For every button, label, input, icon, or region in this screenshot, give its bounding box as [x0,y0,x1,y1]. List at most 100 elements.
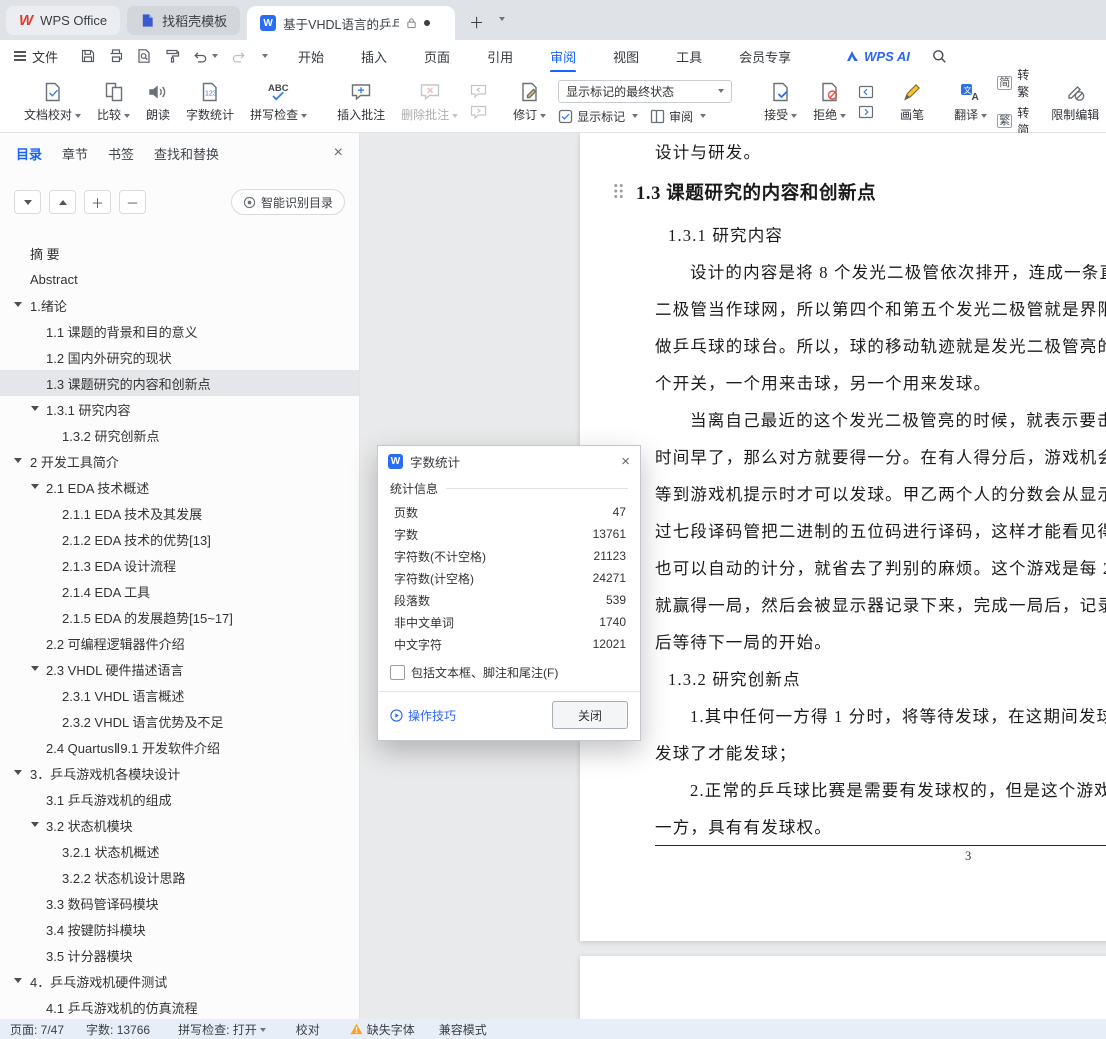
file-menu-button[interactable]: 文件 [14,47,58,66]
wps-ai-button[interactable]: WPS AI [845,49,910,64]
toc-item[interactable]: 1.3 课题研究的内容和创新点 [0,370,359,396]
toc-item[interactable]: 1.2 国内外研究的现状 [0,344,359,370]
next-change-icon[interactable] [858,105,874,119]
menu-tab-reference[interactable]: 引用 [485,40,515,73]
status-word-count[interactable]: 字数: 13766 [86,1021,150,1038]
toc-item[interactable]: 摘 要 [0,240,359,266]
print-icon[interactable] [108,48,124,64]
toc-item[interactable]: Abstract [0,266,359,292]
toc-zoom-in-button[interactable]: ＋ [84,190,111,214]
toc-item[interactable]: 1.1 课题的背景和目的意义 [0,318,359,344]
next-comment-icon[interactable] [470,105,487,120]
review-pane-button[interactable]: 审阅 [650,108,707,125]
toc-collapse-arrow-icon[interactable] [31,484,39,489]
toc-item[interactable]: 1.3.1 研究内容 [0,396,359,422]
toc-collapse-arrow-icon[interactable] [14,770,22,775]
status-compat-mode[interactable]: 兼容模式 [439,1021,487,1038]
toc-item[interactable]: 2.1.3 EDA 设计流程 [0,552,359,578]
search-icon[interactable] [932,49,947,64]
dialog-close-button[interactable]: 关闭 [552,701,628,729]
undo-icon[interactable] [192,49,219,64]
toc-item[interactable]: 2.4 QuartusⅡ9.1 开发软件介绍 [0,734,359,760]
toc-item[interactable]: 3.1 乒乓游戏机的组成 [0,786,359,812]
toc-item[interactable]: 3.5 计分器模块 [0,942,359,968]
toc-item[interactable]: 2.1.1 EDA 技术及其发展 [0,500,359,526]
tab-wps-office[interactable]: W WPS Office [6,6,121,35]
toc-collapse-arrow-icon[interactable] [14,302,22,307]
toc-item[interactable]: 2.1.2 EDA 技术的优势[13] [0,526,359,552]
toc-item[interactable]: 2.1 EDA 技术概述 [0,474,359,500]
sidebar-tab-bookmarks[interactable]: 书签 [108,144,134,163]
toc-item[interactable]: 3.2 状态机模块 [0,812,359,838]
dialog-titlebar[interactable]: W 字数统计 × [378,446,640,477]
checkbox-icon[interactable] [390,665,405,680]
toc-item[interactable]: 3.4 按键防抖模块 [0,916,359,942]
tab-docer-templates[interactable]: 找稻壳模板 [127,6,241,35]
toc-collapse-arrow-icon[interactable] [14,458,22,463]
toc-item[interactable]: 3.3 数码管译码模块 [0,890,359,916]
reject-button[interactable]: 拒绝 [805,72,854,132]
toc-item[interactable]: 2.3.1 VHDL 语言概述 [0,682,359,708]
track-changes-button[interactable]: 修订 [505,72,554,132]
menu-tab-page[interactable]: 页面 [422,40,452,73]
toc-zoom-out-button[interactable]: － [119,190,146,214]
toc-item[interactable]: 2 开发工具简介 [0,448,359,474]
toc-expand-all-button[interactable] [14,190,41,214]
sidebar-tab-toc[interactable]: 目录 [16,144,42,163]
status-proofread[interactable]: 校对 [296,1021,320,1038]
menu-tab-member[interactable]: 会员专享 [737,40,793,73]
toc-item[interactable]: 2.1.4 EDA 工具 [0,578,359,604]
format-painter-icon[interactable] [164,48,180,64]
spell-check-button[interactable]: ABC 拼写检查 [242,72,315,132]
toc-item[interactable]: 2.3.2 VHDL 语言优势及不足 [0,708,359,734]
delete-comment-button[interactable]: 删除批注 [393,72,466,132]
read-aloud-button[interactable]: 朗读 [138,72,178,132]
toc-collapse-all-button[interactable] [49,190,76,214]
tips-link[interactable]: 操作技巧 [390,707,456,724]
toc-item[interactable]: 1.3.2 研究创新点 [0,422,359,448]
menu-tab-home[interactable]: 开始 [296,40,326,73]
prev-comment-icon[interactable] [470,84,487,99]
toc-item[interactable]: 2.3 VHDL 硬件描述语言 [0,656,359,682]
menu-tab-view[interactable]: 视图 [611,40,641,73]
dialog-close-icon[interactable]: × [621,453,630,470]
restrict-editing-button[interactable]: 限制编辑 [1043,72,1106,132]
toc-collapse-arrow-icon[interactable] [14,978,22,983]
toc-item[interactable]: 4.1 乒乓游戏机的仿真流程 [0,994,359,1019]
print-preview-icon[interactable] [136,48,152,64]
include-footnotes-checkbox[interactable]: 包括文本框、脚注和尾注(F) [390,664,628,681]
markup-state-select[interactable]: 显示标记的最终状态 [558,79,733,103]
toc-item[interactable]: 2.2 可编程逻辑器件介绍 [0,630,359,656]
sidebar-close-icon[interactable]: × [334,144,343,162]
save-icon[interactable] [80,48,96,64]
toc-collapse-arrow-icon[interactable] [31,406,39,411]
sidebar-tab-chapters[interactable]: 章节 [62,144,88,163]
compare-button[interactable]: 比较 [89,72,138,132]
insert-comment-button[interactable]: 插入批注 [329,72,393,132]
toc-item[interactable]: 2.1.5 EDA 的发展趋势[15~17] [0,604,359,630]
accept-button[interactable]: 接受 [756,72,805,132]
sidebar-tab-find-replace[interactable]: 查找和替换 [154,144,219,163]
show-markup-button[interactable]: 显示标记 [558,108,639,125]
doc-proofing-button[interactable]: 文档校对 [16,72,89,132]
translate-button[interactable]: 文A 翻译 [946,72,995,132]
new-tab-button[interactable]: ＋ [469,16,484,31]
status-spell-check[interactable]: 拼写检查: 打开 [178,1021,266,1038]
tab-list-dropdown-icon[interactable] [496,10,506,28]
to-traditional-button[interactable]: 简 转繁 [997,66,1029,100]
toc-item[interactable]: 3．乒乓游戏机各模块设计 [0,760,359,786]
tab-document-active[interactable]: W 基于VHDL语言的乒乓游戏机自 [247,6,456,40]
prev-change-icon[interactable] [858,85,874,99]
toc-item[interactable]: 4．乒乓游戏机硬件测试 [0,968,359,994]
smart-toc-button[interactable]: 智能识别目录 [230,189,345,215]
toc-collapse-arrow-icon[interactable] [31,822,39,827]
menu-tab-insert[interactable]: 插入 [359,40,389,73]
toc-collapse-arrow-icon[interactable] [31,666,39,671]
pen-button[interactable]: 画笔 [892,72,932,132]
more-commands-icon[interactable] [259,54,269,58]
word-count-button[interactable]: 123 字数统计 [178,72,242,132]
menu-tab-tools[interactable]: 工具 [674,40,704,73]
menu-tab-review[interactable]: 审阅 [548,40,578,73]
toc-item[interactable]: 1.绪论 [0,292,359,318]
redo-icon[interactable] [230,49,247,64]
